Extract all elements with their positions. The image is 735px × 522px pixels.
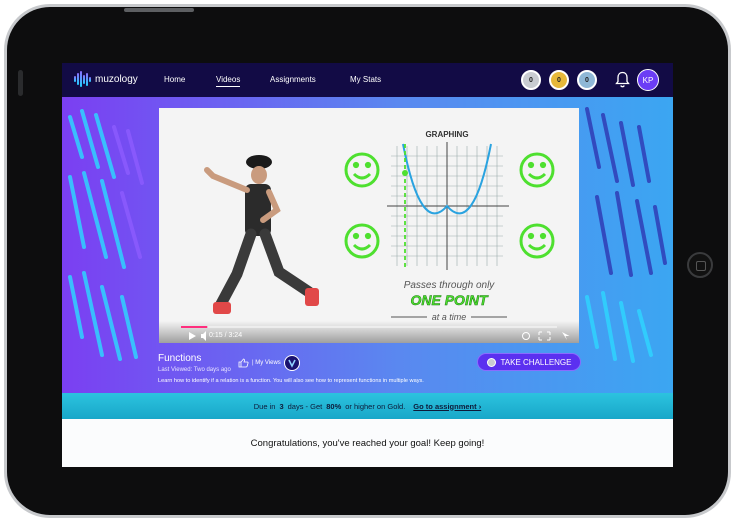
gold-medal-icon[interactable]: 0 <box>549 70 569 90</box>
settings-icon[interactable] <box>522 332 530 340</box>
video-title: Functions <box>158 353 202 364</box>
cursor-icon <box>562 332 570 340</box>
bell-icon[interactable] <box>615 71 630 88</box>
video-description: Learn how to identify if a relation is a… <box>158 378 424 384</box>
app-screen: muzology Home Videos Assignments My Stat… <box>62 63 673 467</box>
video-time: 0:15 / 3:24 <box>209 332 243 339</box>
last-viewed: Last Viewed: Two days ago <box>158 367 231 373</box>
tablet-frame: muzology Home Videos Assignments My Stat… <box>4 4 731 518</box>
power-button <box>124 8 194 12</box>
due-suffix: or higher on Gold. <box>345 401 406 411</box>
video-controls: 0:15 / 3:24 <box>159 321 579 343</box>
avatar[interactable]: KP <box>637 69 659 91</box>
caption-highlight: ONE POINT <box>410 292 488 308</box>
progress-fill <box>181 326 208 328</box>
medal-icon <box>486 357 496 367</box>
thumbs-up-icon[interactable] <box>238 358 249 368</box>
nav-home[interactable]: Home <box>164 75 185 84</box>
take-challenge-button[interactable]: TAKE CHALLENGE <box>477 353 581 371</box>
right-decoration <box>585 107 667 363</box>
logo-icon <box>74 71 91 87</box>
due-percent: 80% <box>326 401 342 411</box>
nav-my-stats[interactable]: My Stats <box>350 75 381 84</box>
logo-text: muzology <box>95 73 138 85</box>
muzology-logo[interactable]: muzology <box>74 71 138 87</box>
home-button[interactable] <box>687 252 713 278</box>
progress-track[interactable] <box>181 326 557 328</box>
gold-count: 0 <box>557 76 561 84</box>
my-views-label: | My Views <box>252 360 281 366</box>
play-icon[interactable] <box>189 332 196 340</box>
assignment-banner: Due in 3 days - Get 80% or higher on Gol… <box>62 393 673 419</box>
goal-message: Congratulations, you've reached your goa… <box>62 419 673 467</box>
due-prefix: Due in <box>253 401 276 411</box>
caption-line-1: Passes through only <box>404 280 496 291</box>
video-player[interactable]: GRAPHING Passes through only ONE POINT a… <box>159 108 579 343</box>
platinum-count: 0 <box>585 76 589 84</box>
due-days: 3 <box>279 401 284 411</box>
platinum-medal-icon[interactable]: 0 <box>577 70 597 90</box>
graph-title: GRAPHING <box>425 130 468 139</box>
go-to-assignment-link[interactable]: Go to assignment › <box>413 402 481 411</box>
silver-count: 0 <box>529 76 533 84</box>
nav-videos[interactable]: Videos <box>216 75 241 87</box>
view-badge-icon <box>283 355 300 371</box>
fullscreen-icon[interactable] <box>538 331 551 341</box>
volume-icon[interactable] <box>201 331 206 341</box>
side-switch <box>18 70 23 96</box>
top-nav: muzology Home Videos Assignments My Stat… <box>62 63 673 97</box>
silver-medal-icon[interactable]: 0 <box>521 70 541 90</box>
due-mid: days - Get <box>287 401 323 411</box>
my-views: | My Views <box>238 355 300 371</box>
take-challenge-label: TAKE CHALLENGE <box>500 357 572 367</box>
left-decoration <box>68 109 144 361</box>
video-frame: GRAPHING Passes through only ONE POINT a… <box>159 108 579 343</box>
nav-assignments[interactable]: Assignments <box>270 75 316 84</box>
intersection-point <box>402 170 408 176</box>
video-hero: GRAPHING Passes through only ONE POINT a… <box>62 97 673 393</box>
